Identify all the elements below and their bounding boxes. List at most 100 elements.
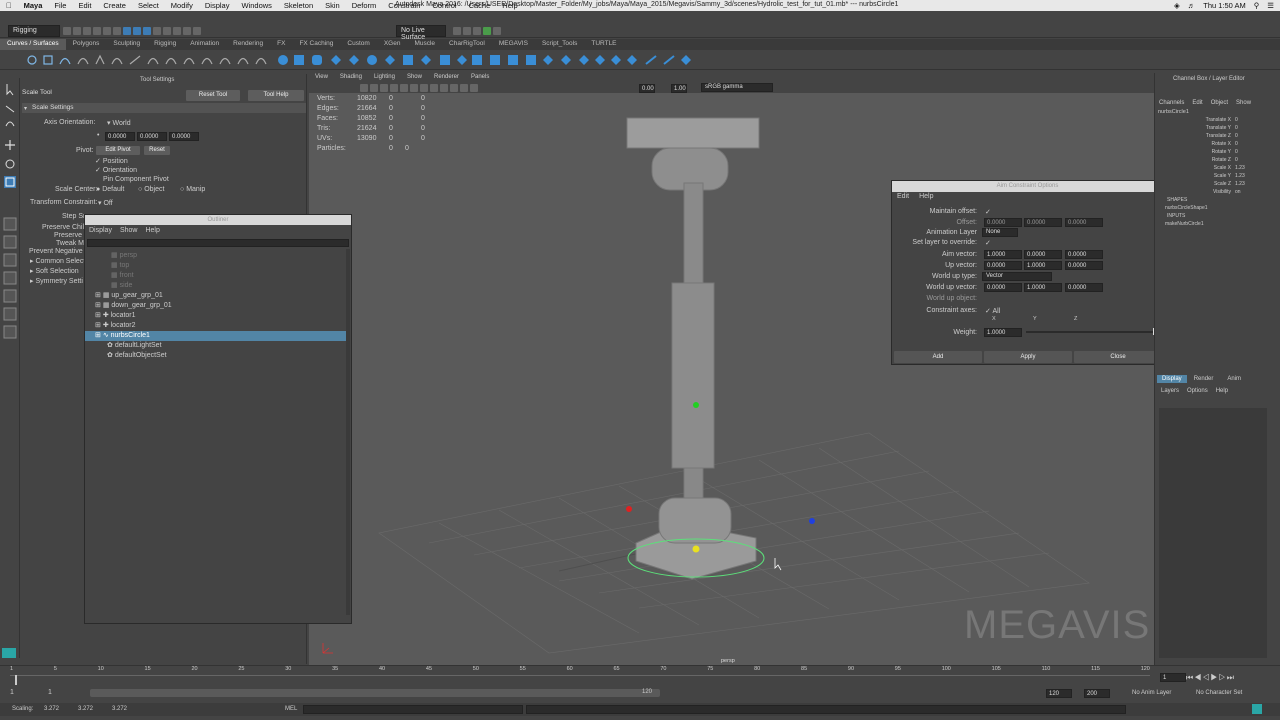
menu-modify[interactable]: Modify: [165, 1, 199, 10]
menuset-dropdown[interactable]: Rigging: [8, 25, 60, 37]
hypershade-icon[interactable]: [483, 27, 491, 35]
scale-center-manip-radio[interactable]: ○ Manip: [180, 186, 205, 193]
cb-attr-row[interactable]: Translate X 0: [1155, 117, 1267, 125]
tab-charrigtool[interactable]: CharRigTool: [442, 39, 492, 50]
menu-select[interactable]: Select: [132, 1, 165, 10]
tab-megavis[interactable]: MEGAVIS: [492, 39, 535, 50]
xray-icon[interactable]: [440, 84, 448, 92]
close-button[interactable]: Close: [1074, 351, 1162, 363]
range-end-field[interactable]: 120: [1046, 689, 1072, 698]
collapse-arrow-icon[interactable]: ▾: [24, 105, 27, 112]
vp-menu-panels[interactable]: Panels: [465, 73, 495, 83]
cb-attr-value[interactable]: 1.23: [1235, 181, 1245, 189]
transform-constraint-dropdown[interactable]: ▾ Off: [98, 199, 113, 207]
tool-help-button[interactable]: Tool Help: [248, 90, 304, 101]
constraint-axes-all-checkbox[interactable]: ✓ All: [985, 307, 1000, 315]
menu-create[interactable]: Create: [97, 1, 132, 10]
pin-component-pivot-checkbox[interactable]: Pin Component Pivot: [103, 176, 169, 183]
xyz-field-y[interactable]: 0.0000: [137, 132, 167, 141]
position-checkbox[interactable]: ✓ Position: [95, 157, 128, 165]
xyz-field-x[interactable]: 0.0000: [105, 132, 135, 141]
cb-attr-value[interactable]: 0: [1235, 141, 1238, 149]
bookmark-icon[interactable]: [370, 84, 378, 92]
snap-curve-icon[interactable]: [163, 27, 171, 35]
cb-attr-row[interactable]: Rotate X 0: [1155, 141, 1267, 149]
menu-list-icon[interactable]: ☰: [1267, 1, 1274, 10]
common-selection-section[interactable]: ▸ Common Selecti: [30, 257, 87, 265]
cb-attr-row[interactable]: Visibility on: [1155, 189, 1267, 197]
expand-icon[interactable]: ⊞: [95, 322, 103, 329]
tab-fx-caching[interactable]: FX Caching: [292, 39, 340, 50]
menu-windows[interactable]: Windows: [235, 1, 277, 10]
aim-vector-x-field[interactable]: 1.0000: [984, 250, 1022, 259]
viewport[interactable]: View Shading Lighting Show Renderer Pane…: [309, 73, 1154, 665]
maintain-offset-checkbox[interactable]: ✓: [985, 208, 991, 216]
command-input[interactable]: [303, 705, 523, 714]
anim-layer-dropdown[interactable]: No Anim Layer: [1132, 690, 1171, 696]
menu-skin[interactable]: Skin: [319, 1, 346, 10]
camera-icon[interactable]: [360, 84, 368, 92]
tab-rigging[interactable]: Rigging: [147, 39, 183, 50]
cb-attr-value[interactable]: 0: [1235, 149, 1238, 157]
colorspace-dropdown[interactable]: sRGB gamma: [701, 83, 773, 92]
render-settings-icon[interactable]: [473, 27, 481, 35]
step-forward-icon[interactable]: ▷: [1219, 673, 1227, 682]
tab-script-tools[interactable]: Script_Tools: [535, 39, 584, 50]
aim-menu-edit[interactable]: Edit: [892, 192, 914, 202]
up-vector-x-field[interactable]: 0.0000: [984, 261, 1022, 270]
tab-rendering[interactable]: Rendering: [226, 39, 270, 50]
layer-menu-layers[interactable]: Layers: [1161, 388, 1179, 394]
aim-vector-y-field[interactable]: 0.0000: [1024, 250, 1062, 259]
symmetry-settings-section[interactable]: ▸ Symmetry Setti: [30, 277, 83, 285]
animation-layer-dropdown[interactable]: None: [982, 228, 1018, 237]
isolate-icon[interactable]: [450, 84, 458, 92]
vp-menu-view[interactable]: View: [309, 73, 334, 83]
texture-icon[interactable]: [410, 84, 418, 92]
weight-field[interactable]: 1.0000: [984, 328, 1022, 337]
tab-xgen[interactable]: XGen: [377, 39, 408, 50]
anim-end-field[interactable]: 200: [1084, 689, 1110, 698]
list-item[interactable]: ✿ defaultLightSet: [85, 341, 347, 351]
list-item[interactable]: ⊞ ✚ locator1: [85, 311, 347, 321]
outliner-titlebar[interactable]: Outliner: [85, 215, 351, 225]
reset-tool-button[interactable]: Reset Tool: [186, 90, 240, 101]
list-item[interactable]: ▦ persp: [85, 251, 347, 261]
aim-menu-help[interactable]: Help: [914, 192, 938, 202]
layer-menu-options[interactable]: Options: [1187, 388, 1208, 394]
apply-button[interactable]: Apply: [984, 351, 1072, 363]
shadows-icon[interactable]: [430, 84, 438, 92]
axis-y-checkbox[interactable]: Y: [1033, 316, 1037, 322]
menu-file[interactable]: File: [48, 1, 72, 10]
save-scene-icon[interactable]: [83, 27, 91, 35]
tab-polygons[interactable]: Polygons: [66, 39, 107, 50]
xyz-field-z[interactable]: 0.0000: [169, 132, 199, 141]
vp-menu-renderer[interactable]: Renderer: [428, 73, 465, 83]
cb-attr-value[interactable]: 0: [1235, 125, 1238, 133]
outliner-menu-show[interactable]: Show: [116, 225, 142, 237]
weight-slider[interactable]: [1026, 331, 1156, 333]
cb-attr-value[interactable]: 0: [1235, 133, 1238, 141]
soft-selection-section[interactable]: ▸ Soft Selection: [30, 267, 79, 275]
orientation-checkbox[interactable]: ✓ Orientation: [95, 166, 137, 174]
live-surface-dropdown[interactable]: No Live Surface: [396, 25, 446, 41]
tab-turtle[interactable]: TURTLE: [584, 39, 623, 50]
menu-skeleton[interactable]: Skeleton: [278, 1, 319, 10]
vp-menu-show[interactable]: Show: [401, 73, 428, 83]
list-item[interactable]: ▦ top: [85, 261, 347, 271]
apple-icon[interactable]: : [0, 1, 18, 10]
go-to-end-icon[interactable]: ⏭: [1227, 673, 1235, 682]
expand-icon[interactable]: ⊞: [95, 302, 103, 309]
cb-attr-row[interactable]: Translate Z 0: [1155, 133, 1267, 141]
up-vector-y-field[interactable]: 1.0000: [1024, 261, 1062, 270]
scale-settings-section[interactable]: Scale Settings: [22, 103, 306, 113]
scale-manip-center[interactable]: [692, 545, 700, 553]
aa-icon[interactable]: [470, 84, 478, 92]
time-slider[interactable]: 1 5 10 15 20 25 30 35 40 45 50 55 60 65 70 75 80 85 90 95 10…: [0, 665, 1280, 687]
scale-manip-z-handle[interactable]: [809, 518, 815, 524]
list-item[interactable]: ✿ defaultObjectSet: [85, 351, 347, 361]
play-forward-icon[interactable]: ▶: [1210, 673, 1218, 682]
scale-center-object-radio[interactable]: ○ Object: [138, 186, 164, 193]
wireframe-icon[interactable]: [390, 84, 398, 92]
cb-attr-value[interactable]: 1.23: [1235, 173, 1245, 181]
range-start[interactable]: 1: [48, 689, 52, 696]
